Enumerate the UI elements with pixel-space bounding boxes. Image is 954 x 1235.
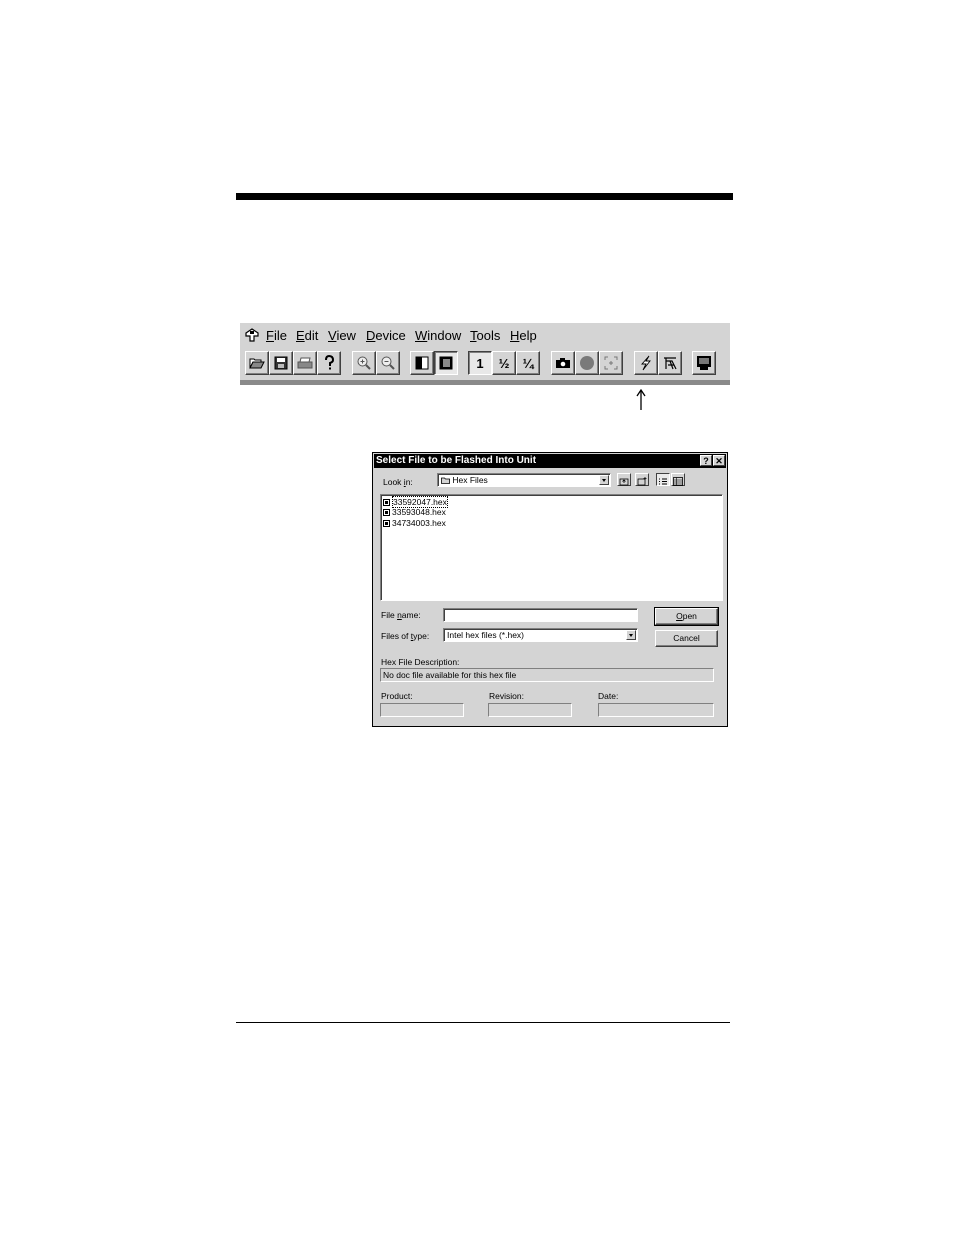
menu-edit[interactable]: Edit <box>296 328 318 343</box>
open-folder-icon[interactable] <box>245 351 269 375</box>
contrast-icon[interactable] <box>434 351 458 375</box>
zoom-half-icon[interactable]: ½ <box>492 351 516 375</box>
chevron-down-icon[interactable] <box>626 630 636 640</box>
menu-window[interactable]: Window <box>415 328 461 343</box>
print-icon[interactable] <box>293 351 317 375</box>
application-bar: File Edit View Device Window Tools Help <box>240 323 730 385</box>
toolbar: 1 ½ ¼ <box>240 348 730 379</box>
up-folder-button[interactable] <box>617 473 631 486</box>
signal-icon[interactable] <box>658 351 682 375</box>
product-label: Product: <box>381 691 413 701</box>
hex-file-icon <box>383 520 390 527</box>
invert-icon[interactable] <box>410 351 434 375</box>
dialog-help-button[interactable]: ? <box>700 455 712 466</box>
files-of-type-value: Intel hex files (*.hex) <box>447 630 525 640</box>
list-item[interactable]: 34734003.hex <box>383 518 446 528</box>
pointer-arrow-icon <box>636 389 646 410</box>
menu-view[interactable]: View <box>328 328 356 343</box>
dialog-title: Select File to be Flashed Into Unit <box>376 455 537 466</box>
look-in-label: Look in: <box>383 477 413 487</box>
list-item[interactable]: 33593048.hex <box>383 507 446 517</box>
file-name-label: File name: <box>381 610 421 620</box>
file-name-input[interactable] <box>443 608 638 622</box>
look-in-select[interactable]: Hex Files <box>437 473 611 487</box>
date-field <box>598 703 714 717</box>
revision-field <box>488 703 572 717</box>
save-icon[interactable] <box>269 351 293 375</box>
cancel-button[interactable]: Cancel <box>655 630 718 647</box>
toolbar-bottom-strip <box>240 380 730 385</box>
new-folder-button[interactable] <box>635 473 649 486</box>
menu-bar: File Edit View Device Window Tools Help <box>240 323 730 347</box>
up-folder-icon <box>619 478 629 486</box>
app-icon[interactable] <box>244 327 260 343</box>
file-list[interactable]: 33592047.hex 33593048.hex 34734003.hex <box>380 494 723 601</box>
new-folder-icon <box>637 477 647 486</box>
zoom-quarter-icon[interactable]: ¼ <box>516 351 540 375</box>
menu-tools[interactable]: Tools <box>470 328 500 343</box>
hex-description-field: No doc file available for this hex file <box>380 668 714 682</box>
files-of-type-select[interactable]: Intel hex files (*.hex) <box>443 628 638 642</box>
zoom-1-icon[interactable]: 1 <box>468 351 492 375</box>
list-view-icon <box>659 478 667 485</box>
hex-description-label: Hex File Description: <box>381 657 460 667</box>
monitor-icon[interactable] <box>692 351 716 375</box>
list-view-button[interactable] <box>656 473 670 486</box>
product-field <box>380 703 464 717</box>
target-icon[interactable] <box>599 351 623 375</box>
folder-icon <box>441 477 450 484</box>
dialog-close-button[interactable]: ✕ <box>713 455 725 466</box>
revision-label: Revision: <box>489 691 524 701</box>
record-icon[interactable] <box>575 351 599 375</box>
hex-file-icon <box>383 499 390 506</box>
chevron-down-icon[interactable] <box>599 475 609 485</box>
footer-rule <box>236 1022 730 1023</box>
date-label: Date: <box>598 691 619 701</box>
details-view-icon <box>673 477 683 486</box>
flash-icon[interactable] <box>634 351 658 375</box>
menu-help[interactable]: Help <box>510 328 537 343</box>
hex-file-icon <box>383 509 390 516</box>
zoom-in-icon[interactable] <box>352 351 376 375</box>
details-view-button[interactable] <box>671 473 685 486</box>
menu-device[interactable]: Device <box>366 328 406 343</box>
open-button[interactable]: Open <box>654 607 719 626</box>
help-icon[interactable] <box>317 351 341 375</box>
select-file-dialog: Select File to be Flashed Into Unit ? ✕ … <box>372 452 728 727</box>
camera-icon[interactable] <box>551 351 575 375</box>
files-of-type-label: Files of type: <box>381 631 430 641</box>
zoom-out-icon[interactable] <box>376 351 400 375</box>
look-in-value: Hex Files <box>441 475 488 485</box>
dialog-titlebar: Select File to be Flashed Into Unit ? ✕ <box>374 454 726 468</box>
menu-file[interactable]: File <box>266 328 287 343</box>
hex-description-value: No doc file available for this hex file <box>383 670 517 680</box>
list-item[interactable]: 33592047.hex <box>383 496 448 508</box>
header-rule <box>236 193 733 200</box>
